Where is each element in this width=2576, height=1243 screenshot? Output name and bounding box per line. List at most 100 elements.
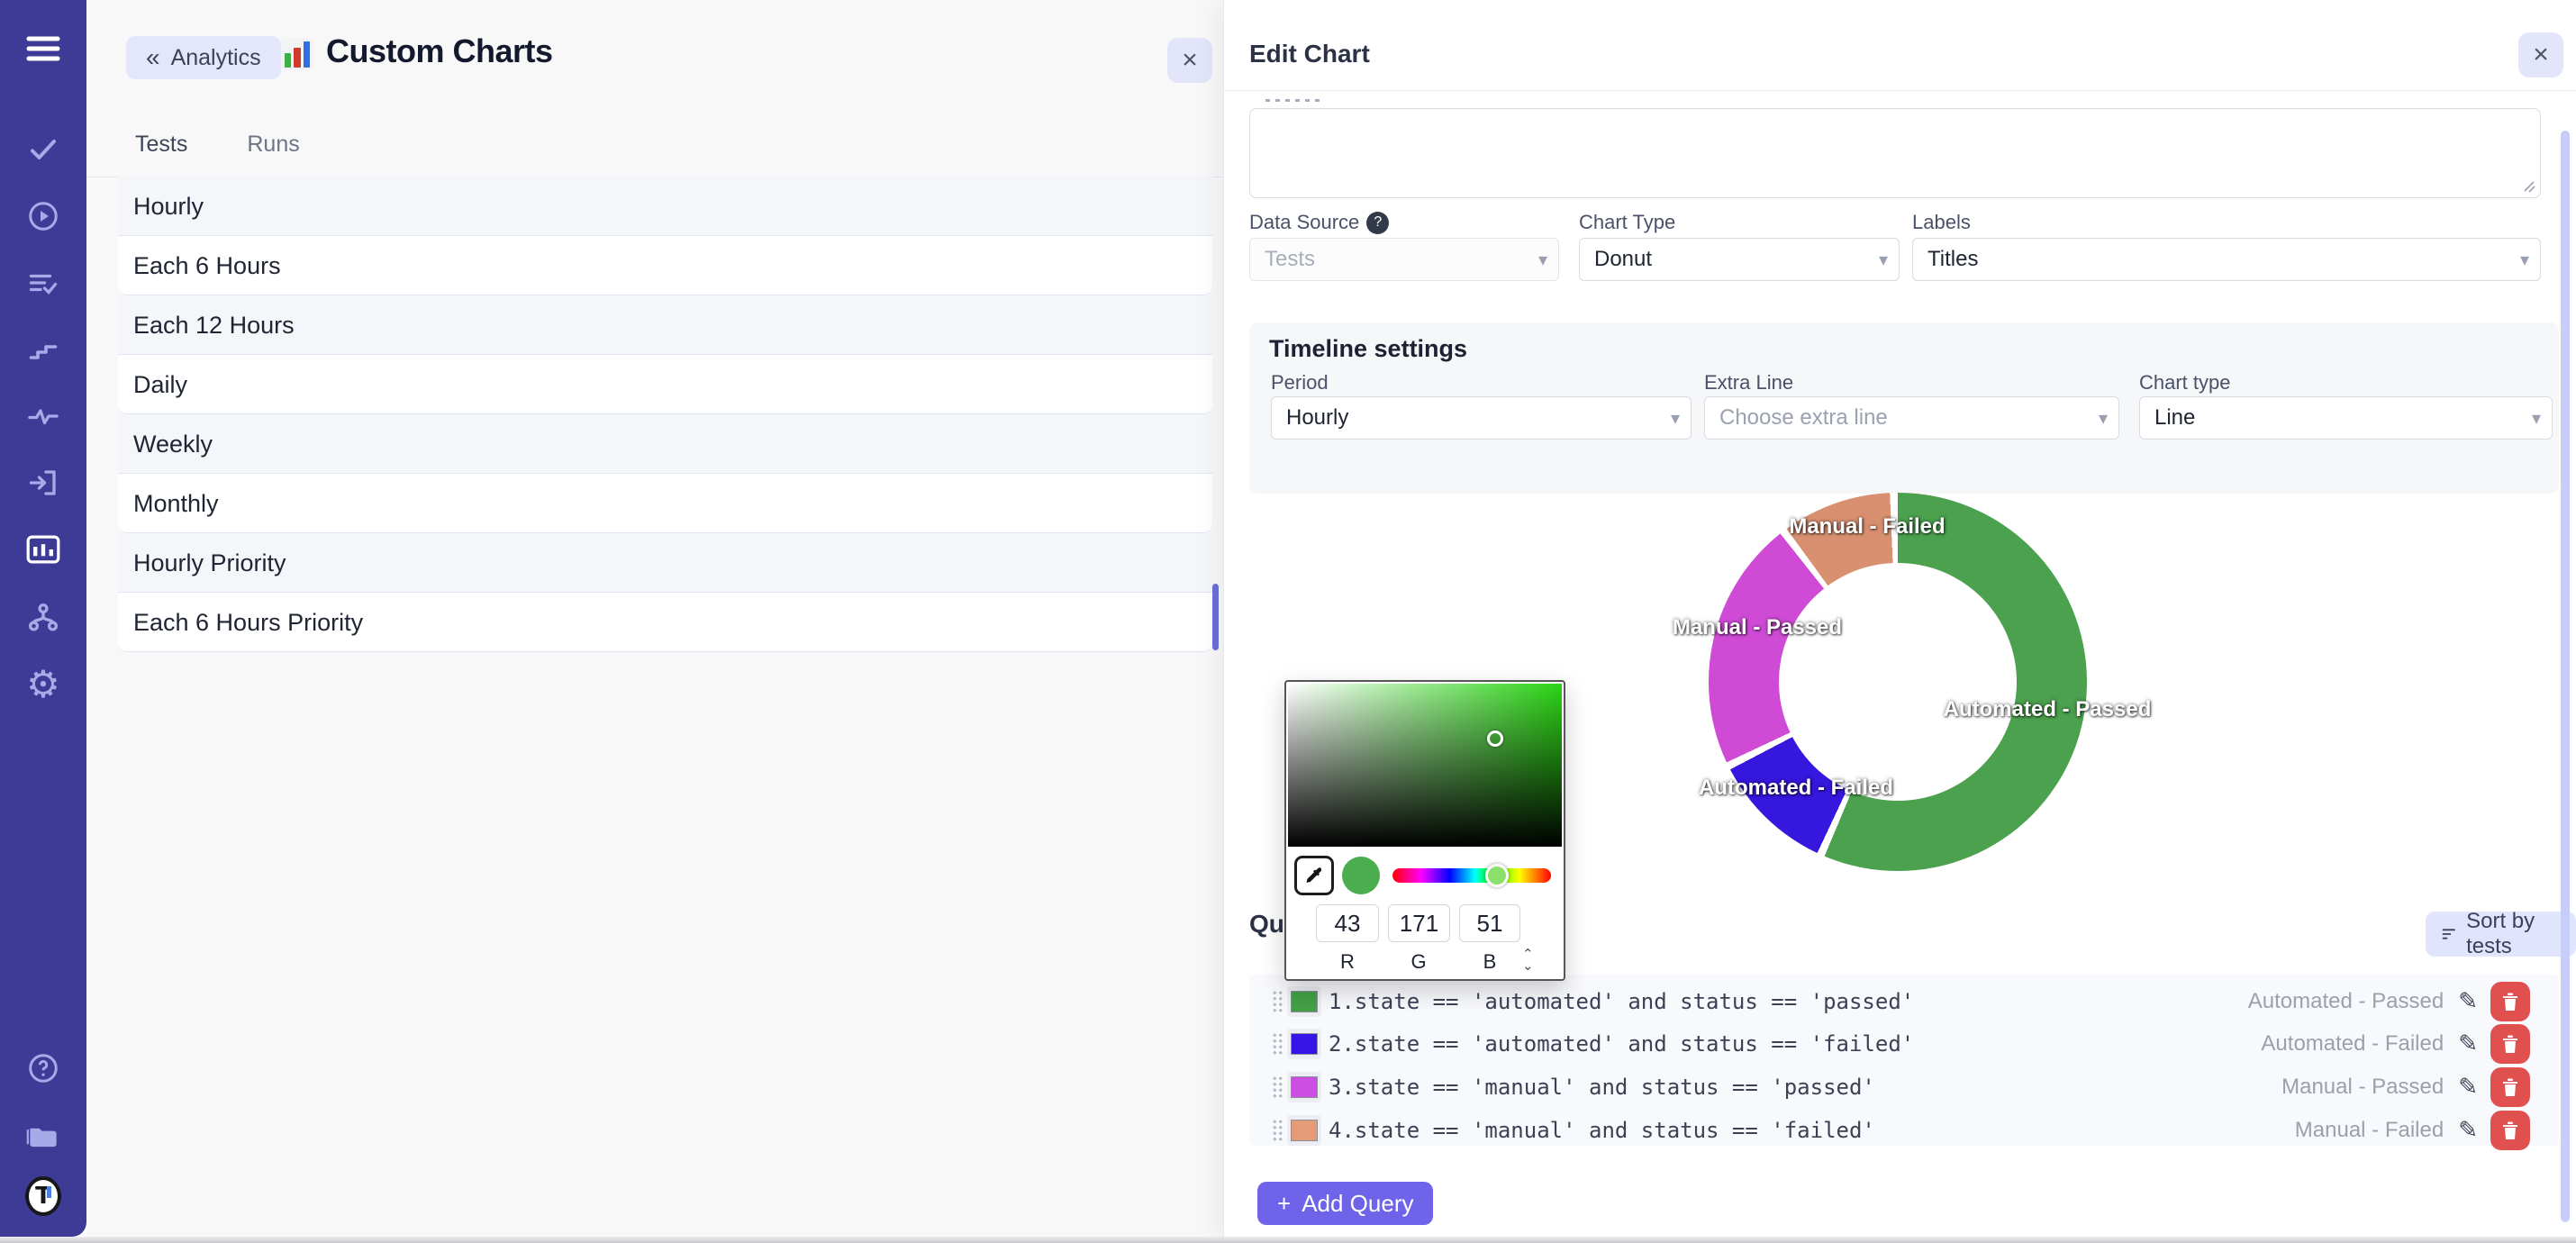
add-query-button[interactable]: + Add Query [1257,1182,1433,1225]
trash-icon [2501,1034,2519,1054]
delete-query-button[interactable] [2490,1067,2530,1107]
slice-label-automated-passed: Automated - Passed [1944,697,2152,722]
plus-icon: + [1277,1190,1291,1218]
list-item[interactable]: Each 6 Hours [118,236,1212,295]
delete-query-button[interactable] [2490,982,2530,1021]
back-chevron-icon: « [146,43,160,72]
edit-pencil-icon[interactable]: ✎ [2458,1116,2478,1144]
edit-pencil-icon[interactable]: ✎ [2458,987,2478,1015]
extra-line-select[interactable]: Choose extra line▾ [1704,396,2119,440]
data-source-select[interactable]: Tests▾ [1249,238,1559,281]
eyedropper-button[interactable] [1294,856,1334,895]
edit-pencil-icon[interactable]: ✎ [2458,1030,2478,1057]
query-color-button[interactable] [1287,986,1321,1017]
period-label: Period [1271,371,1329,395]
query-label: Manual - Passed [2281,1075,2444,1100]
bar-chart-emoji-icon [281,38,313,70]
eyedropper-icon [1303,865,1325,886]
branch-icon[interactable] [25,600,61,636]
hue-slider[interactable] [1392,868,1551,883]
drag-handle-icon[interactable] [1272,990,1283,1013]
sort-icon [2442,926,2457,942]
runs-play-icon[interactable] [25,198,61,234]
labels-select[interactable]: Titles▾ [1912,238,2541,281]
red-input[interactable] [1316,904,1379,942]
help-icon[interactable] [25,1050,61,1086]
saturation-handle[interactable] [1487,730,1503,747]
donut-hole [1779,563,2017,801]
timeline-chart-type-label: Chart type [2139,371,2231,395]
labels-label: Labels [1912,211,1971,234]
extra-line-label: Extra Line [1704,371,1793,395]
drag-handle-icon[interactable] [1272,1032,1283,1056]
drag-handle-icon[interactable] [1272,1075,1283,1099]
close-icon: × [1182,45,1198,76]
tests-check-icon[interactable] [25,132,61,168]
edit-pencil-icon[interactable]: ✎ [2458,1073,2478,1101]
page-title: Custom Charts [326,32,553,70]
sort-by-tests-button[interactable]: Sort by tests [2426,912,2576,957]
tab-tests[interactable]: Tests [135,132,187,158]
hue-handle[interactable] [1485,864,1509,887]
delete-query-button[interactable] [2490,1111,2530,1150]
list-item[interactable]: Hourly Priority [118,533,1212,593]
analytics-bar-chart-icon[interactable] [25,531,61,567]
chevron-down-icon: ▾ [2099,407,2108,430]
query-color-button[interactable] [1287,1072,1321,1102]
login-icon[interactable] [25,465,61,501]
list-item[interactable]: Hourly [118,177,1212,236]
period-select[interactable]: Hourly▾ [1271,396,1692,440]
list-item[interactable]: Each 6 Hours Priority [118,593,1212,652]
steps-icon[interactable] [25,331,61,367]
pulse-icon[interactable] [25,398,61,434]
color-mode-toggle-icon[interactable]: ⌃⌄ [1522,948,1534,972]
custom-chart-list: Hourly Each 6 Hours Each 12 Hours Daily … [118,177,1212,652]
gear-icon[interactable]: ⚙ [25,667,61,703]
green-input[interactable] [1388,904,1450,942]
projects-folder-icon[interactable] [25,1117,61,1153]
red-label: R [1316,950,1379,974]
donut-chart [1709,493,2087,871]
analytics-back-button[interactable]: « Analytics [126,36,281,79]
chevron-down-icon: ▾ [2532,407,2541,430]
left-panel-scrollbar[interactable] [1212,584,1219,650]
close-icon: × [2533,40,2549,70]
color-picker-popover: R G B ⌃⌄ [1284,680,1565,981]
chevron-down-icon: ▾ [1538,249,1547,271]
drag-handle-icon[interactable] [1272,1119,1283,1142]
list-item[interactable]: Each 12 Hours [118,295,1212,355]
chevron-down-icon: ▾ [1671,407,1680,430]
list-item[interactable]: Monthly [118,474,1212,533]
data-source-label: Data Source ? [1249,211,1389,234]
custom-charts-panel: « Analytics Custom Charts × Tests Runs H… [86,0,1223,1237]
list-item[interactable]: Daily [118,355,1212,414]
query-color-button[interactable] [1287,1115,1321,1146]
chart-description-textarea[interactable] [1249,108,2541,198]
saturation-area[interactable] [1288,684,1562,847]
chart-type-select[interactable]: Donut▾ [1579,238,1900,281]
green-label: G [1387,950,1450,974]
plans-list-check-icon[interactable] [25,265,61,301]
delete-query-button[interactable] [2490,1024,2530,1064]
close-panel-button[interactable]: × [1167,38,1212,83]
blue-input[interactable] [1459,904,1520,942]
trash-icon [2501,992,2519,1012]
app-logo[interactable]: T [25,1178,61,1214]
list-item[interactable]: Weekly [118,414,1212,474]
query-color-button[interactable] [1287,1029,1321,1059]
header-divider [1224,90,2576,91]
blue-label: B [1458,950,1521,974]
slice-label-manual-failed: Manual - Failed [1789,514,1945,540]
query-row: 1.state == 'automated' and status == 'pa… [1249,980,2559,1022]
query-row: 3.state == 'manual' and status == 'passe… [1249,1066,2559,1108]
back-label: Analytics [171,45,261,71]
edit-panel-scrollbar[interactable] [2561,131,2570,1222]
timeline-chart-type-select[interactable]: Line▾ [2139,396,2553,440]
tab-runs[interactable]: Runs [247,132,299,158]
hamburger-icon[interactable] [25,31,61,67]
query-label: Manual - Failed [2295,1118,2444,1143]
query-row: 4.state == 'manual' and status == 'faile… [1249,1109,2559,1151]
query-code: 1.state == 'automated' and status == 'pa… [1329,989,1914,1014]
close-edit-panel-button[interactable]: × [2518,32,2563,77]
help-badge-icon[interactable]: ? [1366,212,1389,234]
